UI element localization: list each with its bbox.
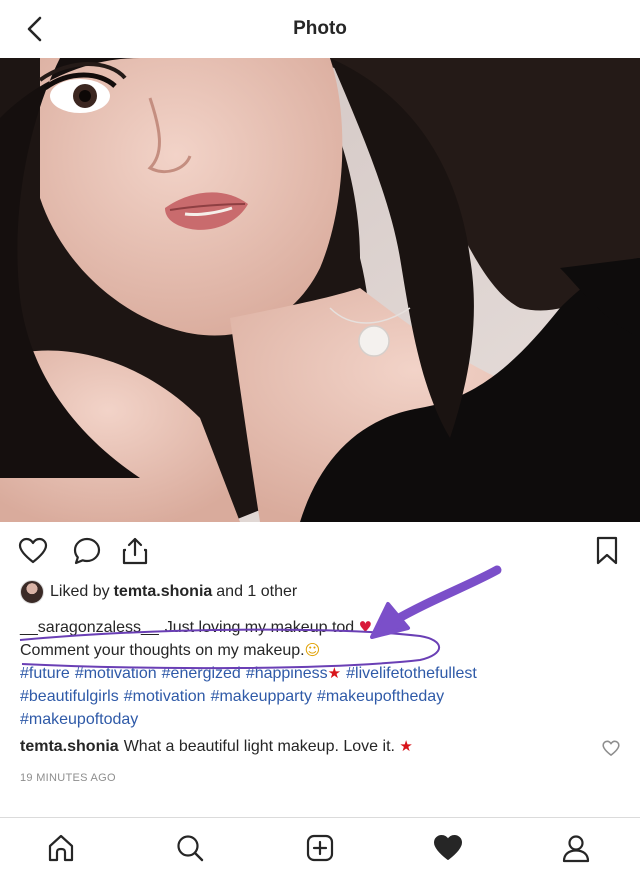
add-post-icon <box>306 834 334 862</box>
comment-like-button[interactable] <box>602 740 620 758</box>
comment-username[interactable]: temta.shonia <box>20 738 119 755</box>
hashtag[interactable]: #beautifulgirls <box>20 688 119 705</box>
avatar[interactable] <box>20 580 44 604</box>
hashtag[interactable]: #livelifetothefullest <box>346 665 477 682</box>
hashtag[interactable]: #makeupparty <box>211 688 312 705</box>
nav-new-post[interactable] <box>302 830 338 866</box>
likes-suffix[interactable]: and 1 other <box>216 583 297 601</box>
share-upload-icon <box>122 537 148 565</box>
comment-bubble-icon <box>73 537 101 565</box>
star-eyes-emoji-icon: ★ <box>327 664 342 682</box>
search-icon <box>177 835 204 862</box>
hashtag[interactable]: #future <box>20 665 70 682</box>
save-button[interactable] <box>590 534 624 568</box>
hashtag[interactable]: #makeupoftoday <box>20 711 138 728</box>
page-title: Photo <box>293 18 347 39</box>
heart-outline-icon <box>602 740 620 756</box>
caption-line-1: __saragonzaless__ Just loving my makeup t… <box>20 616 620 639</box>
hashtags-line-1: #future #motivation #energized #happiness★ #… <box>20 662 620 685</box>
bookmark-icon <box>596 536 618 565</box>
post-image-illustration <box>0 58 640 522</box>
hashtags-line-2: #beautifulgirls #motivation #makeupparty #m… <box>20 685 620 708</box>
comment-button[interactable] <box>70 534 104 568</box>
nav-profile[interactable] <box>558 830 594 866</box>
activity-heart-icon <box>434 835 462 860</box>
post-timestamp: 19 MINUTES AGO <box>20 772 116 784</box>
caption-line-2: Comment your thoughts on my makeup.☺ <box>20 639 620 662</box>
top-bar: Photo <box>0 0 640 59</box>
profile-icon <box>562 835 590 863</box>
hashtag[interactable]: #motivation <box>75 665 157 682</box>
post-photo[interactable] <box>0 58 640 522</box>
comment-item: temta.shonia What a beautiful light makeu… <box>20 738 413 756</box>
caption-username[interactable]: __saragonzaless__ <box>20 619 159 636</box>
bottom-navigation <box>0 817 640 876</box>
hashtag[interactable]: #makeupoftheday <box>317 688 444 705</box>
hashtag[interactable]: #happiness <box>246 665 328 682</box>
nav-activity[interactable] <box>430 830 466 866</box>
hashtag[interactable]: #motivation <box>124 688 206 705</box>
nav-search[interactable] <box>172 830 208 866</box>
post-caption: __saragonzaless__ Just loving my makeup t… <box>20 616 620 731</box>
liker-username[interactable]: temta.shonia <box>114 583 213 601</box>
likes-summary: Liked by temta.shonia and 1 other <box>20 578 297 606</box>
annotation-arrow-shaft <box>387 565 502 627</box>
heart-outline-icon <box>18 537 48 564</box>
share-button[interactable] <box>118 534 152 568</box>
comment-text: What a beautiful light makeup. Love it. <box>123 738 395 755</box>
star-eyes-emoji-icon: ★ <box>399 737 413 755</box>
caption-prompt: Comment your thoughts on my makeup. <box>20 642 305 659</box>
hashtags-line-3: #makeupoftoday <box>20 708 620 731</box>
nav-home[interactable] <box>43 830 79 866</box>
caption-text: Just loving my makeup tod <box>164 619 355 636</box>
heart-emoji-icon: ♥ <box>358 618 373 636</box>
smile-emoji-icon: ☺ <box>304 641 321 659</box>
post-actions-row <box>0 532 640 572</box>
hashtag[interactable]: #energized <box>162 665 241 682</box>
home-icon <box>48 834 74 862</box>
likes-prefix: Liked by <box>50 583 110 600</box>
like-button[interactable] <box>16 534 50 568</box>
